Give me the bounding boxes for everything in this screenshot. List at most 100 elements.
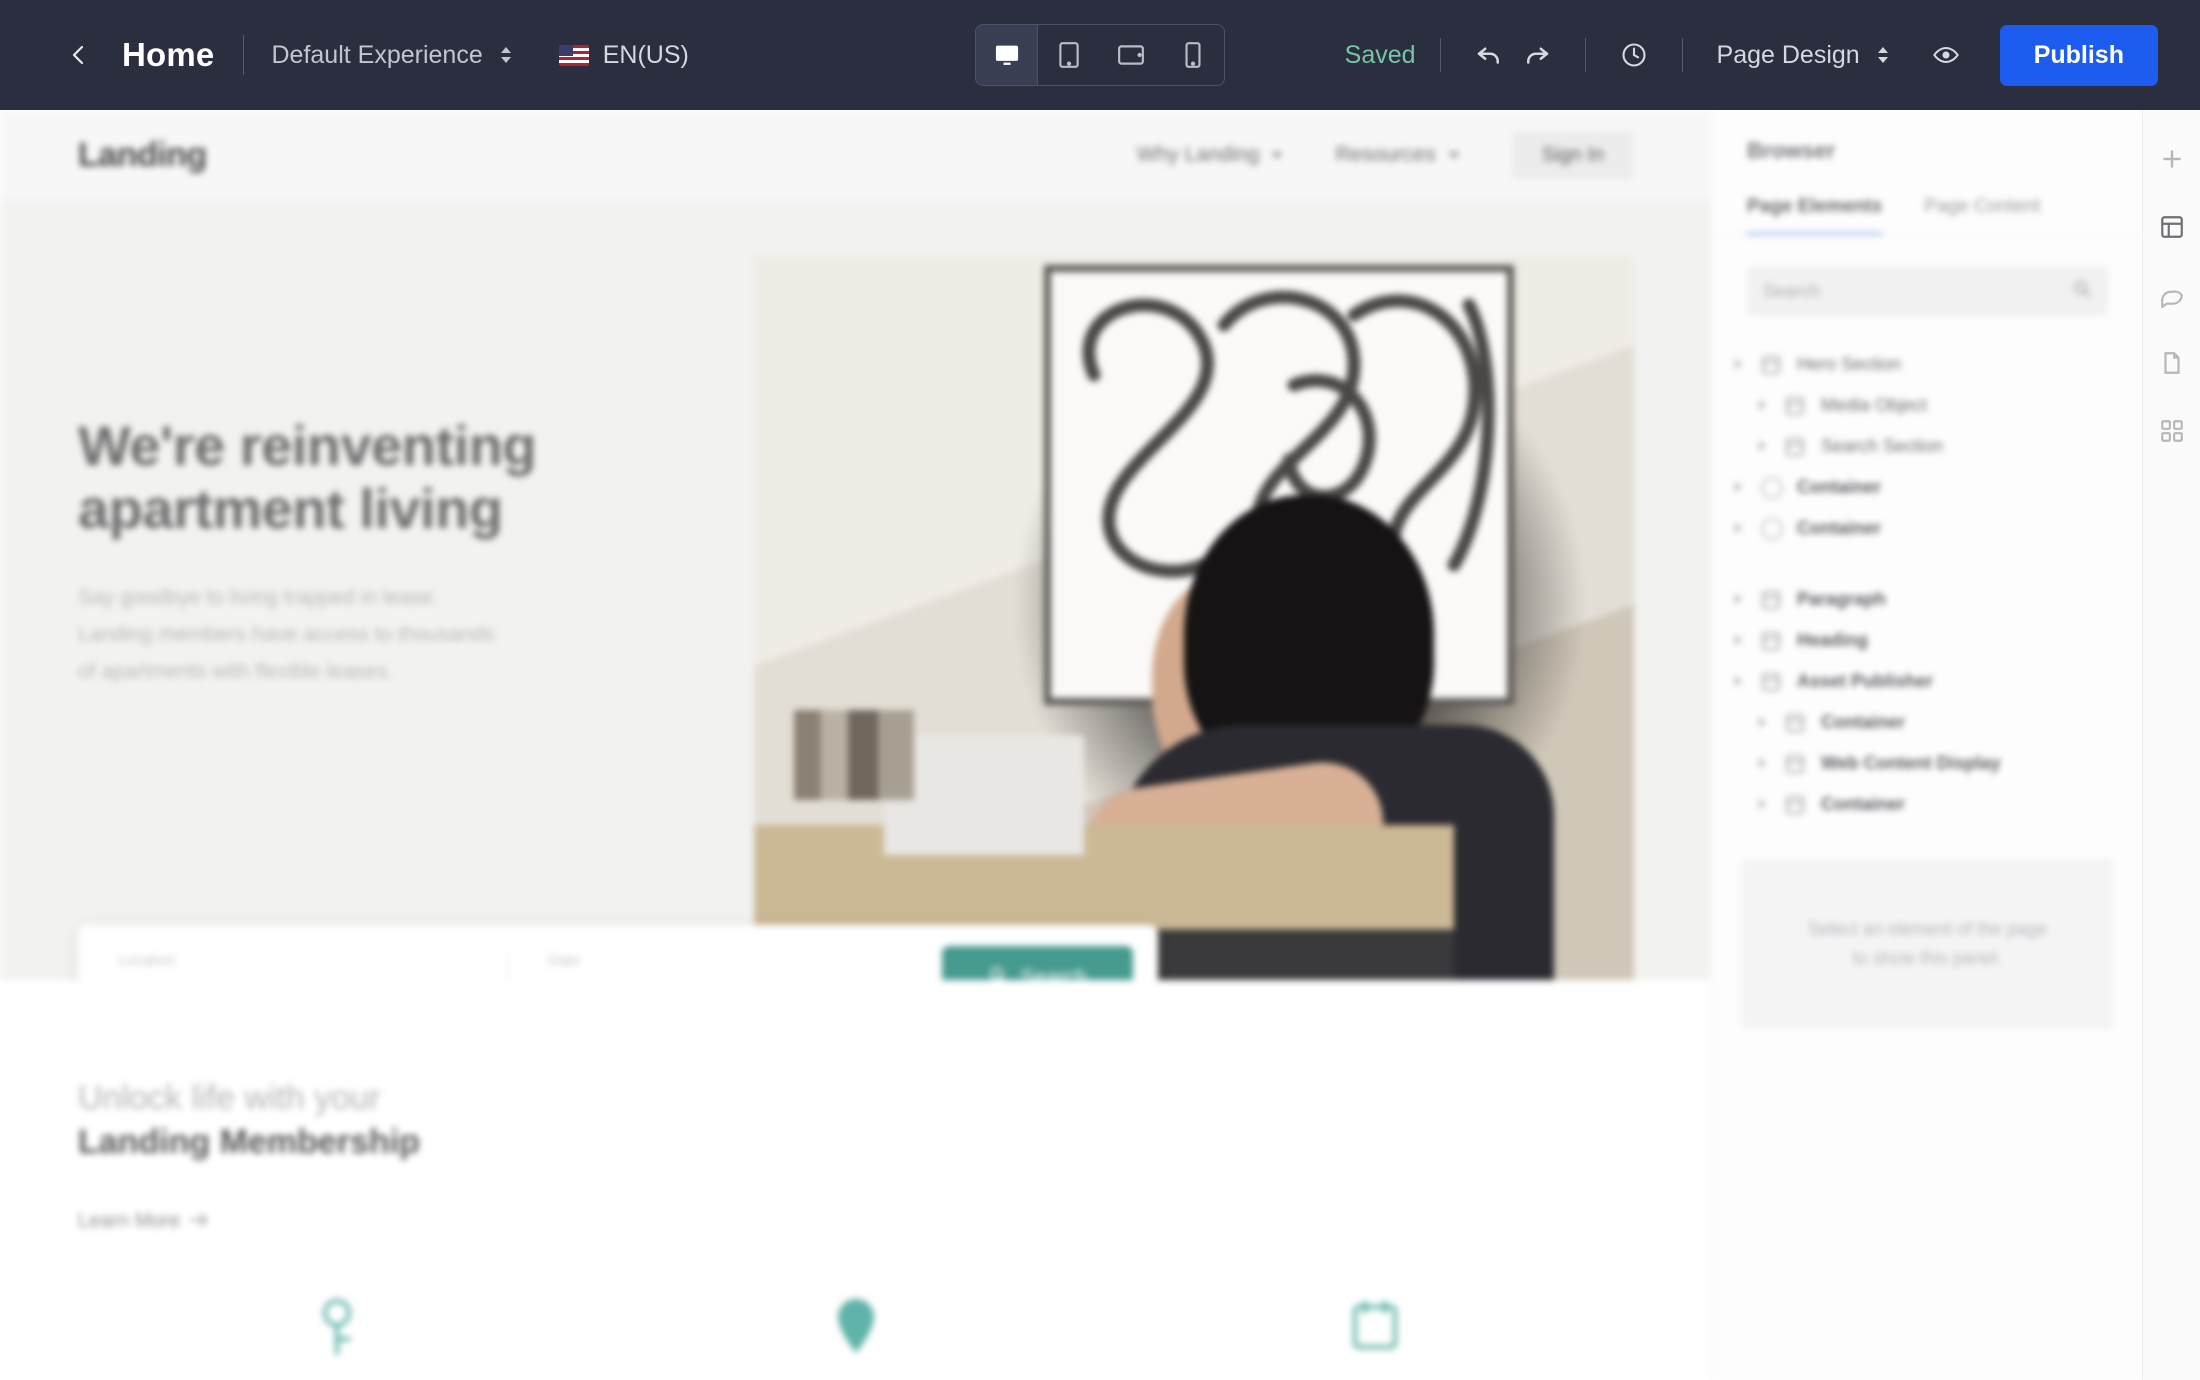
grid-icon — [1761, 589, 1783, 611]
tree-item[interactable]: Container — [1733, 702, 2122, 743]
saved-status: Saved — [1344, 40, 1416, 69]
tree-item[interactable]: Container — [1733, 784, 2122, 825]
search-submit-label: Search — [1020, 965, 1087, 981]
tree-item[interactable]: Media Object — [1733, 385, 2122, 426]
chevron-right-icon[interactable] — [1757, 712, 1771, 733]
tree-item-label: Heading — [1797, 630, 1869, 650]
empty-panel-line-2: to show this panel. — [1852, 948, 2003, 968]
date-field[interactable]: Date Date range — [508, 952, 938, 981]
search-icon[interactable] — [2072, 279, 2092, 304]
publish-button[interactable]: Publish — [1999, 24, 2158, 86]
chevron-right-icon[interactable] — [1733, 477, 1747, 498]
grid-icon — [1761, 630, 1783, 652]
language-label: EN(US) — [602, 40, 689, 69]
grid-icon — [1785, 395, 1807, 417]
chevron-right-icon[interactable] — [1733, 518, 1747, 539]
chevron-right-icon[interactable] — [1733, 630, 1747, 651]
tree-item-label: Search Section — [1821, 436, 1944, 456]
nav-item-label: Why Landing — [1136, 143, 1260, 166]
tree-item-label: Container — [1797, 477, 1882, 497]
page-design-label: Page Design — [1716, 40, 1860, 69]
page-canvas[interactable]: Landing Why Landing Resources Sign In We… — [0, 110, 1712, 1380]
tree-item[interactable]: Hero Section — [1733, 344, 2122, 385]
device-mobile-button[interactable] — [1162, 25, 1224, 85]
chevron-right-icon[interactable] — [1757, 395, 1771, 416]
chevron-right-icon[interactable] — [1733, 589, 1747, 610]
feature-item — [78, 1295, 597, 1357]
hero-subtitle: Say goodbye to living trapped in lease. … — [78, 586, 495, 683]
chevron-down-icon — [1447, 151, 1460, 159]
chevron-down-icon — [1271, 151, 1284, 159]
back-button[interactable] — [62, 38, 96, 72]
browser-search-input[interactable]: Search — [1747, 266, 2108, 316]
tree-item-label: Media Object — [1821, 395, 1928, 415]
browser-icon[interactable] — [2155, 210, 2189, 244]
redo-button[interactable] — [1513, 31, 1561, 79]
chevron-right-icon[interactable] — [1733, 354, 1747, 375]
tab-page-elements[interactable]: Page Elements — [1747, 196, 1883, 235]
hero-title-line-2: apartment living — [78, 476, 503, 540]
tree-item-label: Container — [1821, 794, 1906, 814]
tree-item[interactable]: Web Content Display — [1733, 743, 2122, 784]
chevron-right-icon[interactable] — [1757, 794, 1771, 815]
page-icon[interactable] — [2155, 346, 2189, 380]
nav-item-why-landing[interactable]: Why Landing — [1137, 143, 1284, 167]
membership-section[interactable]: Unlock life with your Landing Membership… — [0, 980, 1712, 1358]
language-selector[interactable]: EN(US) — [558, 40, 689, 70]
location-field[interactable]: Location Where to? — [78, 951, 508, 980]
hero-section[interactable]: We're reinventing apartment living Say g… — [0, 200, 1712, 980]
chevron-right-icon[interactable] — [1733, 671, 1747, 692]
chevron-updown-icon — [499, 46, 513, 64]
chevron-right-icon[interactable] — [1757, 436, 1771, 457]
us-flag-icon — [558, 44, 589, 66]
page-design-selector[interactable]: Page Design — [1717, 41, 1890, 70]
laptop — [884, 735, 1084, 855]
topbar-divider — [1584, 38, 1586, 72]
tree-item[interactable]: Paragraph — [1733, 579, 2122, 620]
arrow-right-icon — [190, 1210, 208, 1233]
browser-search-placeholder: Search — [1763, 280, 1821, 301]
learn-more-label: Learn More — [78, 1210, 181, 1233]
device-tablet-landscape-button[interactable] — [1100, 25, 1162, 85]
history-icon[interactable] — [1610, 31, 1658, 79]
chevron-right-icon[interactable] — [1757, 753, 1771, 774]
undo-button[interactable] — [1465, 31, 1513, 79]
topbar-divider — [1439, 38, 1441, 72]
fragments-icon[interactable] — [2155, 414, 2189, 448]
feature-item — [597, 1295, 1116, 1357]
sign-in-button[interactable]: Sign In — [1511, 130, 1634, 180]
search-submit-button[interactable]: Search — [942, 945, 1133, 981]
tree-item-label: Paragraph — [1797, 589, 1887, 609]
device-desktop-button[interactable] — [976, 25, 1038, 85]
hero-copy: We're reinventing apartment living Say g… — [78, 414, 678, 691]
grid-icon — [1761, 354, 1783, 376]
editor-top-bar: Home Default Experience EN(US) Saved Pag… — [0, 0, 2200, 110]
hero-search-bar[interactable]: Location Where to? Date Date range Searc… — [78, 925, 1158, 980]
tree-item[interactable]: Search Section — [1733, 426, 2122, 467]
page-elements-tree: Hero Section Media Object Search Section… — [1713, 344, 2142, 825]
chevron-updown-icon — [1876, 46, 1890, 64]
tree-item[interactable]: Container — [1733, 508, 2122, 549]
hero-title: We're reinventing apartment living — [78, 414, 678, 540]
tree-item[interactable]: Asset Publisher — [1733, 661, 2122, 702]
plus-icon[interactable] — [2155, 142, 2189, 176]
device-tablet-button[interactable] — [1038, 25, 1100, 85]
tree-item-label: Container — [1821, 712, 1906, 732]
calendar-icon — [1347, 1295, 1403, 1357]
comments-icon[interactable] — [2155, 278, 2189, 312]
learn-more-link[interactable]: Learn More — [78, 1210, 208, 1233]
location-field-label: Location — [118, 951, 175, 969]
topbar-divider — [242, 35, 244, 75]
nav-item-resources[interactable]: Resources — [1335, 143, 1460, 167]
tab-page-content[interactable]: Page Content — [1924, 196, 2040, 235]
tree-item-label: Container — [1797, 518, 1882, 538]
circle-icon — [1761, 476, 1783, 499]
tree-item[interactable]: Heading — [1733, 620, 2122, 661]
preview-eye-icon[interactable] — [1922, 31, 1970, 79]
tree-item[interactable]: Container — [1733, 467, 2122, 508]
experience-selector[interactable]: Default Experience — [272, 41, 513, 70]
circle-icon — [1761, 517, 1783, 540]
date-field-value: Date range — [548, 978, 898, 981]
site-logo[interactable]: Landing — [78, 136, 207, 175]
